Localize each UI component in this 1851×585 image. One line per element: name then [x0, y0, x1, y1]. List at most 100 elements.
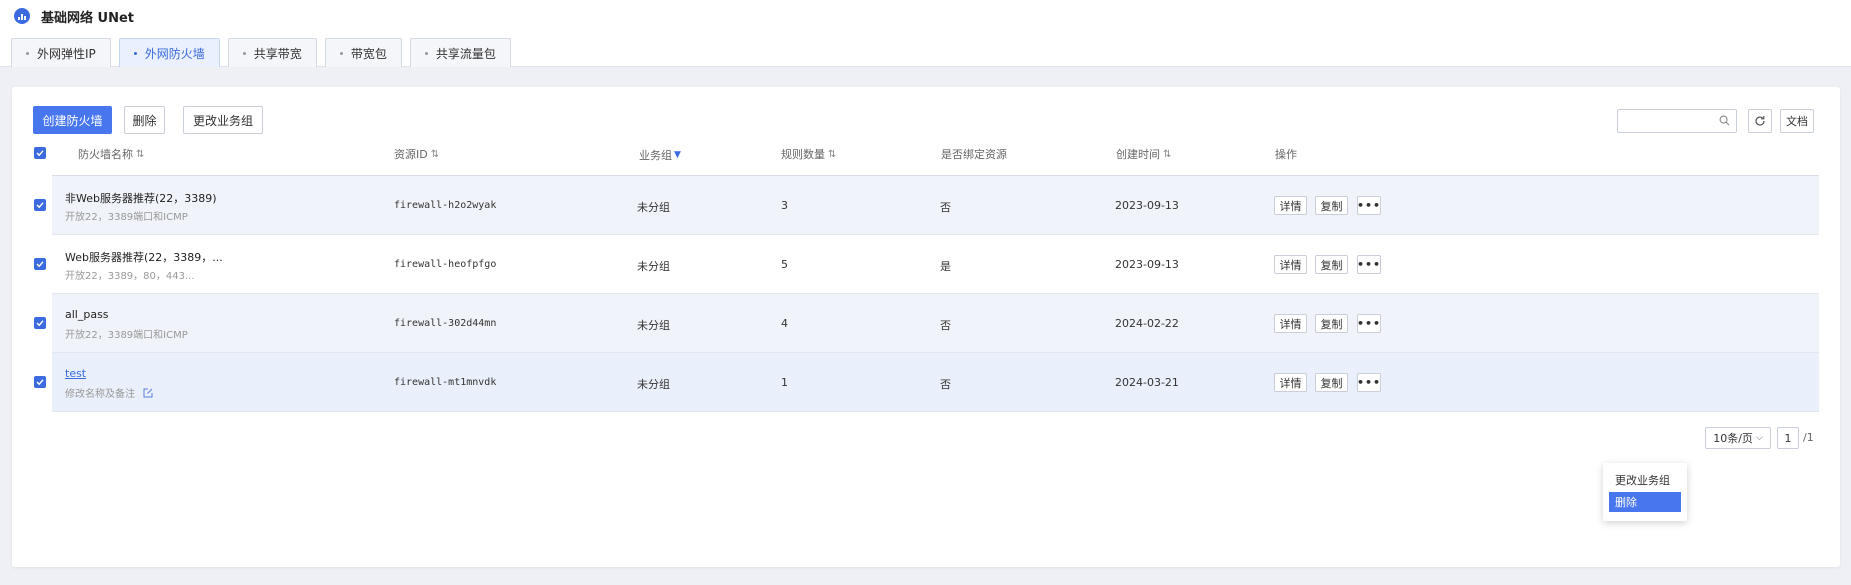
created-time: 2023-09-13 — [1115, 199, 1179, 212]
firewall-description: 开放22，3389端口和ICMP — [65, 330, 188, 341]
created-time: 2024-03-21 — [1115, 376, 1179, 389]
business-group: 未分组 — [637, 260, 670, 273]
table-row: Web服务器推荐(22，3389，... 开放22，3389，80，443...… — [52, 235, 1819, 294]
row-checkbox[interactable] — [34, 317, 46, 329]
detail-button[interactable]: 详情 — [1274, 314, 1307, 333]
tab-label: 共享流量包 — [435, 46, 496, 61]
tab-shared-traffic-package[interactable]: 共享流量包 — [409, 38, 511, 67]
column-header-id[interactable]: 资源ID ⇅ — [394, 146, 439, 162]
tab-firewall[interactable]: 外网防火墙 — [118, 38, 220, 67]
search-input[interactable] — [1618, 110, 1718, 132]
resource-id: firewall-h2o2wyak — [394, 200, 497, 211]
detail-button[interactable]: 详情 — [1274, 196, 1307, 215]
page-size-label: 10条/页 — [1713, 432, 1753, 445]
check-icon — [36, 379, 44, 386]
check-icon — [36, 150, 44, 157]
column-label: 资源ID — [394, 148, 428, 161]
firewall-name-link[interactable]: test — [65, 367, 86, 380]
sort-icon[interactable]: ⇅ — [431, 149, 439, 160]
firewall-panel: 创建防火墙 删除 更改业务组 文档 防火墙名称 ⇅ 资源ID ⇅ 业务组 ▼ 规则数量… — [12, 87, 1840, 567]
refresh-button[interactable] — [1748, 109, 1772, 133]
column-label: 业务组 — [639, 149, 672, 162]
search-icon[interactable] — [1719, 115, 1730, 126]
column-label: 创建时间 — [1116, 148, 1160, 161]
tab-label: 外网防火墙 — [144, 46, 205, 61]
more-button[interactable]: ••• — [1357, 196, 1381, 215]
copy-button[interactable]: 复制 — [1315, 373, 1348, 392]
tab-dot-icon — [133, 51, 137, 55]
docs-button[interactable]: 文档 — [1780, 109, 1814, 133]
copy-button[interactable]: 复制 — [1315, 314, 1348, 333]
row-checkbox[interactable] — [34, 376, 46, 388]
tab-label: 共享带宽 — [253, 46, 302, 61]
check-icon — [36, 261, 44, 268]
column-header-actions: 操作 — [1275, 146, 1297, 162]
more-button[interactable]: ••• — [1357, 314, 1381, 333]
sort-icon[interactable]: ⇅ — [1163, 149, 1171, 160]
copy-button[interactable]: 复制 — [1315, 255, 1348, 274]
copy-button[interactable]: 复制 — [1315, 196, 1348, 215]
app-header: 基础网络 UNet — [14, 6, 134, 26]
row-checkbox[interactable] — [34, 199, 46, 211]
more-actions-menu: 更改业务组 删除 — [1603, 463, 1687, 521]
tab-dot-icon — [339, 51, 343, 55]
firewall-description: 修改名称及备注 — [65, 385, 153, 400]
bound-status: 否 — [940, 319, 951, 332]
refresh-icon — [1755, 116, 1765, 126]
bound-status: 是 — [940, 260, 951, 273]
more-button[interactable]: ••• — [1357, 373, 1381, 392]
column-header-created[interactable]: 创建时间 ⇅ — [1116, 146, 1171, 162]
created-time: 2024-02-22 — [1115, 317, 1179, 330]
business-group: 未分组 — [637, 201, 670, 214]
column-label: 操作 — [1275, 148, 1297, 161]
page-number-input[interactable]: 1 — [1777, 427, 1799, 449]
column-header-bound: 是否绑定资源 — [941, 146, 1007, 162]
edit-icon[interactable] — [143, 388, 153, 398]
more-button[interactable]: ••• — [1357, 255, 1381, 274]
column-label: 防火墙名称 — [78, 148, 133, 161]
page-size-select[interactable]: 10条/页 ⌵ — [1705, 427, 1771, 449]
created-time: 2023-09-13 — [1115, 258, 1179, 271]
sort-icon[interactable]: ⇅ — [828, 149, 836, 160]
tab-bandwidth-package[interactable]: 带宽包 — [324, 38, 402, 67]
change-group-button[interactable]: 更改业务组 — [183, 106, 263, 134]
rule-count: 5 — [781, 258, 788, 271]
rule-count: 1 — [781, 376, 788, 389]
app-title: 基础网络 UNet — [41, 10, 134, 26]
tab-bar: 外网弹性IP 外网防火墙 共享带宽 带宽包 共享流量包 — [11, 38, 511, 67]
menu-item-delete[interactable]: 删除 — [1609, 492, 1681, 512]
tab-dot-icon — [26, 51, 29, 55]
search-box — [1617, 109, 1737, 133]
table-row: 非Web服务器推荐(22，3389) 开放22，3389端口和ICMP fire… — [52, 176, 1819, 235]
tab-shared-bandwidth[interactable]: 共享带宽 — [227, 38, 317, 67]
column-label: 是否绑定资源 — [941, 148, 1007, 161]
column-header-rules[interactable]: 规则数量 ⇅ — [781, 146, 836, 162]
firewall-description: 开放22，3389，80，443... — [65, 271, 195, 282]
rule-count: 4 — [781, 317, 788, 330]
top-bar: 基础网络 UNet 外网弹性IP 外网防火墙 共享带宽 带宽包 共享流量包 — [0, 0, 1851, 67]
bound-status: 否 — [940, 378, 951, 391]
row-checkbox[interactable] — [34, 258, 46, 270]
resource-id: firewall-302d44mn — [394, 318, 497, 329]
firewall-name: Web服务器推荐(22，3389，... — [65, 251, 223, 264]
filter-icon[interactable]: ▼ — [674, 150, 681, 160]
tab-label: 外网弹性IP — [37, 46, 96, 61]
check-icon — [36, 320, 44, 327]
create-firewall-button[interactable]: 创建防火墙 — [33, 106, 112, 134]
menu-item-change-group[interactable]: 更改业务组 — [1609, 470, 1681, 490]
select-all-checkbox[interactable] — [34, 147, 46, 159]
column-header-group[interactable]: 业务组 ▼ — [639, 147, 681, 163]
firewall-name: all_pass — [65, 308, 109, 321]
business-group: 未分组 — [637, 378, 670, 391]
table-row: test 修改名称及备注 firewall-mt1mnvdk 未分组 1 否 2… — [52, 353, 1819, 412]
detail-button[interactable]: 详情 — [1274, 373, 1307, 392]
resource-id: firewall-mt1mnvdk — [394, 377, 497, 388]
column-header-name[interactable]: 防火墙名称 ⇅ — [78, 146, 144, 162]
detail-button[interactable]: 详情 — [1274, 255, 1307, 274]
sort-icon[interactable]: ⇅ — [136, 149, 144, 160]
firewall-description: 开放22，3389端口和ICMP — [65, 212, 188, 223]
page-total: /1 — [1803, 431, 1814, 444]
rule-count: 3 — [781, 199, 788, 212]
delete-button[interactable]: 删除 — [124, 106, 165, 134]
tab-elastic-ip[interactable]: 外网弹性IP — [11, 38, 111, 67]
